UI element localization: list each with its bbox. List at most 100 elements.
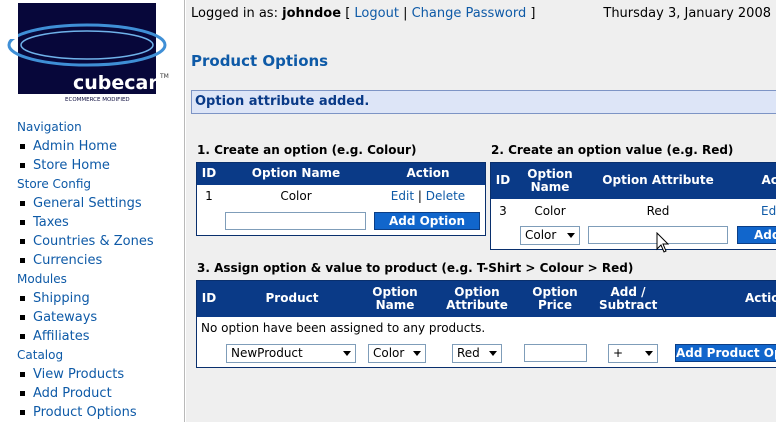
- nav-item-gateways[interactable]: Gateways: [17, 308, 182, 327]
- cubecart-logo[interactable]: cubecart TM ECOMMERCE MODIFIED: [3, 3, 183, 103]
- value-attribute: Red: [646, 204, 670, 218]
- assign-option-select[interactable]: Color: [368, 344, 426, 363]
- link-separator: |: [403, 6, 408, 21]
- main-content: Logged in as: johndoe [ Logout | Change …: [186, 0, 776, 422]
- bullet-icon: [20, 296, 25, 301]
- nav-item-affiliates[interactable]: Affiliates: [17, 327, 182, 346]
- nav-item-label: View Products: [33, 367, 125, 382]
- section-create-value-title: 2. Create an option value (e.g. Red): [491, 143, 734, 157]
- nav-item-label: Gateways: [33, 310, 98, 325]
- nav-item-countries-zones[interactable]: Countries & Zones: [17, 232, 182, 251]
- value-option-name: Color: [534, 204, 566, 218]
- bullet-icon: [20, 220, 25, 225]
- col-action: Action: [761, 173, 776, 187]
- table-row: 1 Color Edit | Delete: [197, 185, 485, 207]
- col-option-attribute: Option Attribute: [446, 285, 508, 312]
- sidebar: cubecart TM ECOMMERCE MODIFIED Navigatio…: [0, 0, 185, 422]
- nav-item-shipping[interactable]: Shipping: [17, 289, 182, 308]
- empty-message: No option have been assigned to any prod…: [201, 321, 486, 335]
- bracket-close: ]: [530, 6, 536, 21]
- option-name-input[interactable]: [225, 212, 366, 230]
- nav-item-admin-home[interactable]: Admin Home: [17, 137, 182, 156]
- nav-item-currencies[interactable]: Currencies: [17, 251, 182, 270]
- edit-value-link[interactable]: Edit: [761, 204, 776, 218]
- nav-item-view-products[interactable]: View Products: [17, 365, 182, 384]
- nav-item-label: Affiliates: [33, 329, 90, 344]
- logo-text: cubecart: [73, 72, 167, 94]
- assign-option-select-value: Color: [373, 346, 405, 360]
- logout-link[interactable]: Logout: [354, 6, 399, 21]
- nav-item-label: Store Home: [33, 158, 110, 173]
- create-option-table: ID Option Name Action 1 Color Edit | Del…: [196, 162, 486, 236]
- col-option-name: Option Name: [527, 167, 573, 194]
- attribute-select[interactable]: Red: [452, 344, 502, 363]
- section-create-option-title: 1. Create an option (e.g. Colour): [197, 143, 417, 157]
- bullet-icon: [20, 372, 25, 377]
- col-id: ID: [201, 166, 217, 180]
- add-option-button[interactable]: Add Option: [374, 212, 480, 230]
- change-password-link[interactable]: Change Password: [412, 6, 527, 21]
- assign-option-table: ID Product Option Name Option Attribute …: [196, 280, 776, 368]
- bullet-icon: [20, 258, 25, 263]
- option-actions: Edit | Delete: [373, 189, 483, 203]
- option-id: 1: [205, 189, 213, 203]
- col-option-price: Option Price: [532, 285, 578, 312]
- col-option-name: Option Name: [251, 166, 341, 180]
- create-value-table: ID Option Name Option Attribute Action 3…: [490, 162, 776, 250]
- nav-item-add-product[interactable]: Add Product: [17, 384, 182, 403]
- add-value-button[interactable]: Add Value: [737, 226, 776, 244]
- bullet-icon: [20, 239, 25, 244]
- flash-message: Option attribute added.: [191, 90, 776, 114]
- table-header: ID Product Option Name Option Attribute …: [197, 281, 776, 317]
- bracket-open: [: [345, 6, 351, 21]
- nav-item-general-settings[interactable]: General Settings: [17, 194, 182, 213]
- nav-item-label: General Settings: [33, 196, 142, 211]
- nav-section-modules: Modules: [17, 272, 67, 286]
- add-product-option-button[interactable]: Add Product Option: [675, 344, 776, 362]
- table-header: ID Option Name Option Attribute Action: [491, 163, 776, 199]
- nav-item-taxes[interactable]: Taxes: [17, 213, 182, 232]
- sidebar-nav: Navigation Admin Home Store Home Store C…: [17, 118, 182, 422]
- option-price-input[interactable]: [524, 344, 587, 362]
- col-product: Product: [265, 291, 319, 305]
- nav-section-store-config: Store Config: [17, 177, 92, 191]
- nav-item-label: Taxes: [33, 215, 69, 230]
- action-separator: |: [417, 189, 422, 203]
- section-assign-title: 3. Assign option & value to product (e.g…: [197, 261, 634, 275]
- option-select[interactable]: Color: [520, 226, 580, 245]
- product-select-value: NewProduct: [231, 346, 303, 360]
- col-action: Action: [406, 166, 450, 180]
- chevron-down-icon: [489, 351, 497, 356]
- col-id: ID: [201, 291, 217, 305]
- col-action: Action: [745, 291, 776, 305]
- chevron-down-icon: [645, 351, 653, 356]
- edit-option-link[interactable]: Edit: [391, 189, 414, 203]
- bullet-icon: [20, 163, 25, 168]
- bullet-icon: [20, 144, 25, 149]
- col-id: ID: [495, 173, 511, 187]
- nav-item-store-home[interactable]: Store Home: [17, 156, 182, 175]
- top-bar: Logged in as: johndoe [ Logout | Change …: [186, 0, 776, 28]
- col-add-subtract: Add / Subtract: [599, 285, 658, 312]
- table-header: ID Option Name Action: [197, 163, 485, 185]
- add-subtract-select[interactable]: +: [608, 344, 658, 363]
- table-row: 3 Color Red Edit: [491, 199, 776, 221]
- logo-tagline: ECOMMERCE MODIFIED: [65, 97, 130, 103]
- logged-in-label: Logged in as:: [191, 6, 278, 21]
- attribute-select-value: Red: [457, 346, 480, 360]
- nav-item-label: Add Product: [33, 386, 112, 401]
- nav-item-label: Product Options: [33, 405, 137, 420]
- logo-tm: TM: [159, 73, 169, 80]
- add-subtract-select-value: +: [613, 346, 624, 360]
- logo-graphic: cubecart TM ECOMMERCE MODIFIED: [3, 3, 183, 103]
- chevron-down-icon: [413, 351, 421, 356]
- username: johndoe: [282, 6, 342, 21]
- nav-item-label: Countries & Zones: [33, 234, 154, 249]
- mouse-cursor-icon: [656, 232, 670, 253]
- bullet-icon: [20, 410, 25, 415]
- delete-option-link[interactable]: Delete: [426, 189, 465, 203]
- bullet-icon: [20, 201, 25, 206]
- product-select[interactable]: NewProduct: [226, 344, 356, 363]
- nav-item-product-options[interactable]: Product Options: [17, 403, 182, 422]
- col-option-attribute: Option Attribute: [602, 173, 714, 187]
